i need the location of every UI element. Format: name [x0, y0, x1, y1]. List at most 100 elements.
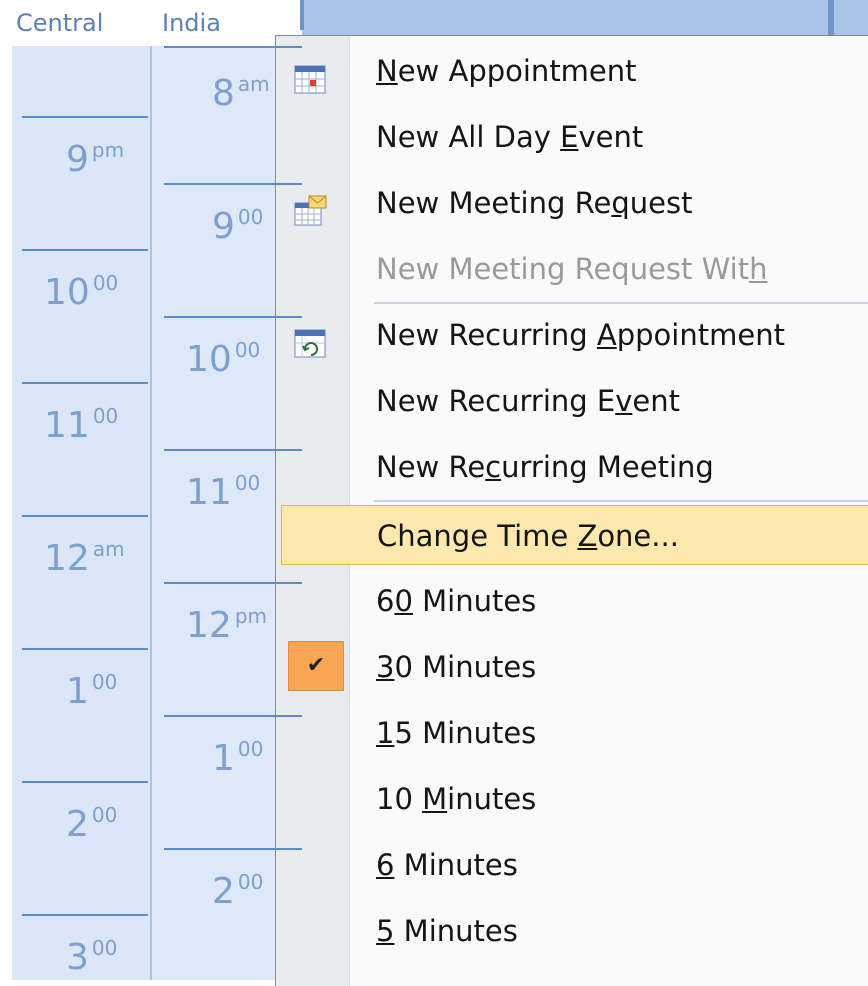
- hour-number: 12: [186, 605, 232, 646]
- hour-gridline: [164, 582, 302, 584]
- label-text: 5 Minutes: [394, 716, 537, 750]
- menu-item-10-minutes[interactable]: 10 Minutes: [276, 769, 868, 829]
- india-hour-label: 11 00: [186, 473, 260, 511]
- label-text: New Meeting Request Wit: [376, 252, 750, 286]
- hour-gridline: [22, 382, 148, 384]
- menu-item-label: Change Time Zone...: [377, 506, 679, 566]
- menu-item-label: New Meeting Request With: [376, 239, 767, 299]
- menu-item-60-minutes[interactable]: 60 Minutes: [276, 571, 868, 631]
- menu-item-label: 6 Minutes: [376, 835, 518, 895]
- hour-gridline: [164, 46, 302, 48]
- hour-suffix: 00: [234, 338, 261, 362]
- hour-suffix: 00: [237, 737, 264, 761]
- access-key: E: [560, 120, 579, 154]
- hour-number: 11: [44, 405, 90, 446]
- menu-item-label: New Meeting Request: [376, 173, 692, 233]
- hour-number: 12: [44, 538, 90, 579]
- label-text: ew Appointment: [397, 54, 637, 88]
- hour-number: 10: [44, 272, 90, 313]
- menu-item-5-minutes[interactable]: 5 Minutes: [276, 901, 868, 961]
- hour-number: 2: [66, 804, 89, 845]
- hour-suffix: pm: [234, 604, 267, 628]
- label-text: New All Day: [376, 120, 561, 154]
- hour-number: 10: [186, 339, 232, 380]
- label-text: one...: [597, 519, 679, 553]
- hour-suffix: 00: [91, 670, 118, 694]
- access-key: v: [615, 384, 633, 418]
- hour-gridline: [164, 715, 302, 717]
- hour-suffix: 00: [237, 205, 264, 229]
- hour-number: 11: [186, 472, 232, 513]
- hour-gridline: [164, 848, 302, 850]
- access-key: 3: [376, 650, 395, 684]
- hour-gridline: [22, 648, 148, 650]
- menu-item-label: New All Day Event: [376, 107, 643, 167]
- new-appointment-icon: [293, 55, 327, 94]
- checkmark-icon: ✔: [288, 641, 344, 691]
- label-text: ent: [632, 384, 680, 418]
- hour-number: 1: [66, 671, 89, 712]
- menu-item-new-all-day-event[interactable]: New All Day Event: [276, 107, 868, 167]
- hour-suffix: 00: [91, 936, 118, 960]
- menu-item-new-recurring-appointment[interactable]: New Recurring Appointment: [276, 305, 868, 365]
- central-hour-label: 10 00: [44, 273, 118, 311]
- india-hour-label: 8 am: [212, 74, 270, 112]
- hour-suffix: am: [92, 537, 125, 561]
- menu-item-6-minutes[interactable]: 6 Minutes: [276, 835, 868, 895]
- hour-number: 9: [212, 206, 235, 247]
- access-key: N: [376, 54, 398, 88]
- hour-gridline: [22, 515, 148, 517]
- menu-item-15-minutes[interactable]: 15 Minutes: [276, 703, 868, 763]
- menu-item-30-minutes[interactable]: ✔ 30 Minutes: [276, 637, 868, 697]
- label-text: New Recurring: [376, 318, 597, 352]
- central-hour-label: 3 00: [66, 938, 117, 976]
- menu-item-label: 15 Minutes: [376, 703, 536, 763]
- access-key: h: [749, 252, 768, 286]
- label-text: inutes: [447, 782, 537, 816]
- india-hour-label: 1 00: [212, 739, 263, 777]
- label-text: New Re: [376, 450, 486, 484]
- hour-number: 9: [66, 139, 89, 180]
- timezone-label-india: India: [162, 9, 221, 37]
- hour-suffix: 00: [237, 870, 264, 894]
- menu-item-new-recurring-meeting[interactable]: New Recurring Meeting: [276, 437, 868, 497]
- menu-item-new-appointment[interactable]: New Appointment: [276, 41, 868, 101]
- central-hour-label: 12 am: [44, 539, 125, 577]
- new-meeting-request-icon: [293, 187, 327, 226]
- access-key: q: [611, 186, 630, 220]
- india-hour-label: 10 00: [186, 340, 260, 378]
- label-text: Minutes: [412, 584, 537, 618]
- access-key: 1: [376, 716, 395, 750]
- menu-item-label: 60 Minutes: [376, 571, 536, 631]
- label-text: uest: [629, 186, 693, 220]
- menu-item-new-recurring-event[interactable]: New Recurring Event: [276, 371, 868, 431]
- access-key: Z: [577, 519, 598, 553]
- hour-number: 3: [66, 937, 89, 978]
- menu-item-change-time-zone[interactable]: Change Time Zone...: [281, 505, 868, 565]
- menu-separator: [374, 302, 868, 304]
- label-text: New Meeting Re: [376, 186, 612, 220]
- timezone-label-central: Central: [16, 9, 104, 37]
- label-text: urring Meeting: [501, 450, 714, 484]
- label-text: vent: [578, 120, 644, 154]
- hour-gridline: [164, 316, 302, 318]
- menu-item-label: 10 Minutes: [376, 769, 536, 829]
- hour-suffix: 00: [234, 471, 261, 495]
- menu-item-new-meeting-request[interactable]: New Meeting Request: [276, 173, 868, 233]
- menu-item-label: 30 Minutes: [376, 637, 536, 697]
- hour-suffix: pm: [91, 138, 125, 162]
- central-hour-label: 11 00: [44, 406, 118, 444]
- central-hour-label: 9 pm: [66, 140, 124, 178]
- access-key: 0: [394, 584, 413, 618]
- label-text: Change Time: [377, 519, 578, 553]
- central-hour-label: 2 00: [66, 805, 117, 843]
- label-text: 6: [376, 584, 395, 618]
- india-hour-label: 12 pm: [186, 606, 267, 644]
- hour-gridline: [22, 116, 148, 118]
- menu-item-label: New Recurring Appointment: [376, 305, 785, 365]
- label-text: ppointment: [616, 318, 785, 352]
- new-recurring-appointment-icon: [293, 319, 327, 358]
- menu-separator: [374, 500, 868, 502]
- hour-number: 2: [212, 871, 235, 912]
- hour-suffix: 00: [92, 271, 119, 295]
